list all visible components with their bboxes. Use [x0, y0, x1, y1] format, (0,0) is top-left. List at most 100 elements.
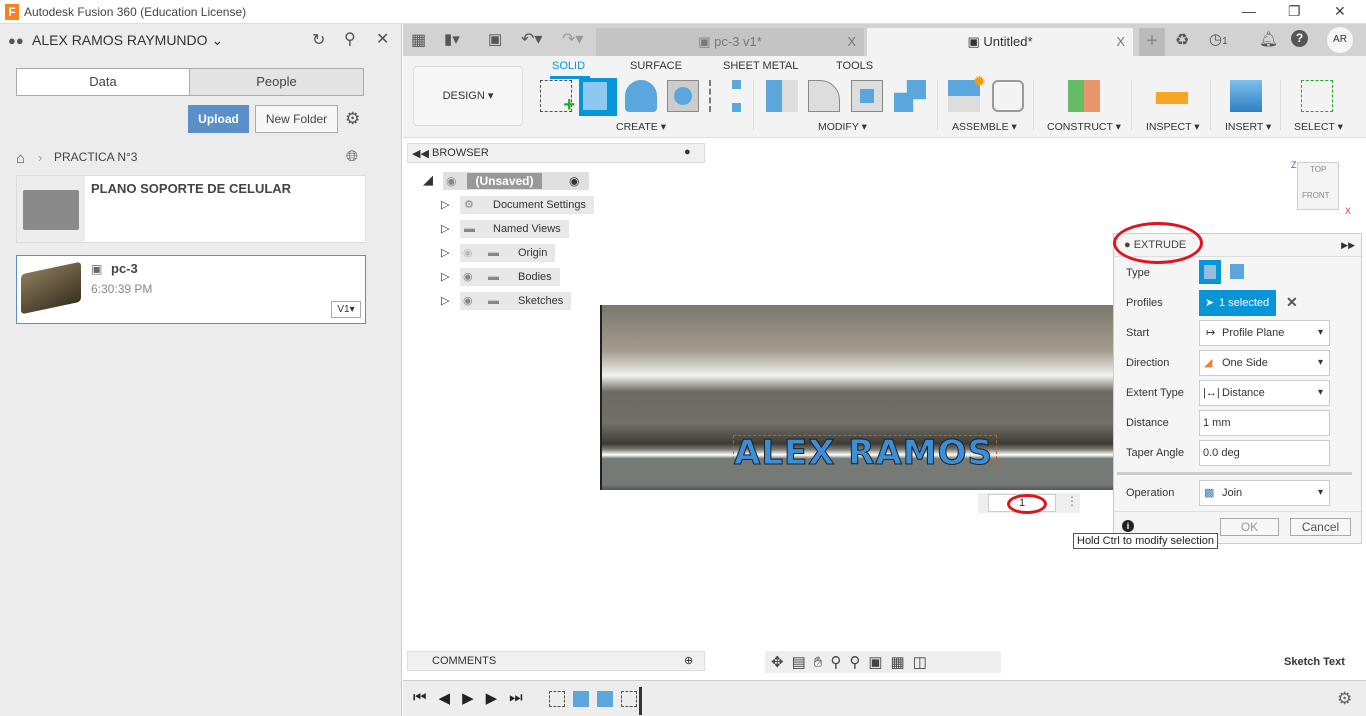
close-window-button[interactable]: ✕ [1334, 3, 1346, 20]
comments-panel-header[interactable]: COMMENTS ⊕ [407, 651, 705, 671]
tab-sheet-metal[interactable]: SHEET METAL [723, 60, 798, 72]
orbit-icon[interactable]: ✥ [771, 653, 784, 671]
expand-icon[interactable]: ▶▶ [1341, 240, 1355, 251]
grid-menu-icon[interactable]: ▦ [411, 30, 426, 50]
eye-icon[interactable]: ◉ [463, 244, 473, 262]
tab-tools[interactable]: TOOLS [836, 60, 873, 72]
tree-root[interactable]: ◉ (Unsaved) ◉ [443, 172, 589, 190]
viewports-icon[interactable]: ◫ [913, 653, 927, 671]
tab-people[interactable]: People [189, 68, 364, 96]
tree-node[interactable]: ⚙ Document Settings [460, 196, 594, 214]
look-at-icon[interactable]: ▤ [792, 653, 806, 671]
globe-icon[interactable]: 🌐︎ [346, 148, 358, 165]
help-icon[interactable]: ? [1291, 30, 1308, 47]
profiles-selection-button[interactable]: ➤ 1 selected [1199, 290, 1276, 316]
refresh-icon[interactable]: ↻ [312, 30, 325, 50]
version-dropdown[interactable]: V1▾ [331, 301, 361, 318]
folder-item[interactable]: PLANO SOPORTE DE CELULAR [16, 175, 366, 243]
viewcube-front[interactable]: FRONT [1302, 191, 1330, 200]
eye-icon[interactable]: ◉ [463, 268, 473, 286]
maximize-button[interactable]: ❐ [1288, 3, 1301, 20]
close-panel-icon[interactable]: ✕ [376, 29, 389, 49]
eye-icon[interactable]: ◉ [463, 292, 473, 310]
type-solid-button[interactable] [1199, 260, 1221, 284]
start-dropdown[interactable]: ↦ Profile Plane [1199, 320, 1330, 346]
construct-plane-icon[interactable] [1068, 80, 1100, 112]
notifications-icon[interactable]: 🔔︎ [1259, 30, 1278, 48]
shell-icon[interactable] [851, 80, 883, 112]
timeline-sketch-icon[interactable] [549, 691, 565, 707]
activate-radio[interactable]: ◉ [569, 172, 579, 190]
undo-icon[interactable]: ↶▾ [521, 29, 542, 49]
browser-panel-header[interactable]: ◀◀ BROWSER ● [407, 143, 705, 163]
user-name-dropdown[interactable]: ALEX RAMOS RAYMUNDO ⌄ [32, 32, 223, 49]
hole-icon[interactable] [667, 80, 699, 112]
taper-angle-input[interactable]: 0.0 deg [1199, 440, 1330, 466]
gear-icon[interactable]: ⚙ [345, 109, 360, 129]
design-item[interactable]: ▣ pc-3 6:30:39 PM V1▾ [16, 255, 366, 324]
more-options-icon[interactable]: ⋮ [1066, 494, 1078, 508]
timeline-sketch-icon[interactable] [621, 691, 637, 707]
home-icon[interactable]: ⌂ [16, 150, 25, 167]
tab-solid[interactable]: SOLID [552, 60, 585, 72]
pattern-icon[interactable] [709, 80, 741, 112]
tree-expand-icon[interactable]: ▷ [441, 222, 449, 235]
tree-node[interactable]: ◉ ▬ Sketches [460, 292, 572, 310]
press-pull-icon[interactable] [766, 80, 798, 112]
minus-icon[interactable]: ● [684, 146, 691, 158]
new-component-icon[interactable]: ✹ [948, 74, 986, 112]
construct-menu[interactable]: CONSTRUCT ▾ [1047, 121, 1121, 133]
sketch-text[interactable]: ALEX RAMOS [733, 435, 997, 471]
create-sketch-icon[interactable]: + [540, 80, 575, 116]
tree-expand-icon[interactable]: ▷ [441, 270, 449, 283]
grid-settings-icon[interactable]: ▦ [891, 653, 905, 671]
select-menu[interactable]: SELECT ▾ [1294, 121, 1343, 133]
direction-dropdown[interactable]: ◢ One Side [1199, 350, 1330, 376]
type-thin-button[interactable] [1230, 264, 1244, 279]
assemble-menu[interactable]: ASSEMBLE ▾ [952, 121, 1017, 133]
file-icon[interactable]: ▮▾ [444, 30, 460, 48]
redo-icon[interactable]: ↷▾ [562, 29, 583, 49]
new-folder-button[interactable]: New Folder [255, 105, 338, 133]
extrude-icon[interactable] [579, 78, 617, 116]
last-icon[interactable]: ⏭︎ [509, 689, 523, 707]
tree-node[interactable]: ◉ ▬ Origin [460, 244, 556, 262]
doc-tab-untitled[interactable]: ▣ Untitled* X [867, 28, 1133, 56]
fit-icon[interactable]: ⚲ [849, 653, 860, 671]
job-status-icon[interactable]: ◷1 [1209, 30, 1228, 48]
cancel-button[interactable]: Cancel [1290, 518, 1351, 536]
info-icon[interactable]: i [1122, 520, 1134, 532]
insert-image-icon[interactable] [1230, 80, 1262, 112]
new-tab-button[interactable]: + [1139, 28, 1165, 56]
create-menu[interactable]: CREATE ▾ [616, 121, 666, 133]
doc-tab-pc-3[interactable]: ▣ pc-3 v1* X [596, 28, 864, 56]
joint-icon[interactable] [992, 80, 1024, 112]
tree-expand-icon[interactable]: ▷ [441, 246, 449, 259]
operation-dropdown[interactable]: ▩ Join [1199, 480, 1330, 506]
select-icon[interactable] [1301, 80, 1333, 112]
zoom-icon[interactable]: ⚲ [830, 653, 841, 671]
close-tab-icon[interactable]: X [847, 28, 856, 56]
distance-input[interactable]: 1 mm [1199, 410, 1330, 436]
eye-icon[interactable]: ◉ [446, 172, 456, 190]
display-settings-icon[interactable]: ▣ [868, 653, 882, 671]
upload-button[interactable]: Upload [188, 105, 249, 133]
collapse-icon[interactable]: ◀◀ [412, 147, 429, 160]
tab-data[interactable]: Data [16, 68, 190, 96]
minimize-button[interactable]: — [1242, 3, 1256, 19]
tree-expand-icon[interactable]: ▷ [441, 294, 449, 307]
measure-icon[interactable] [1156, 92, 1188, 104]
timeline-extrude-icon[interactable] [597, 691, 613, 707]
close-tab-icon[interactable]: X [1116, 28, 1125, 56]
search-icon[interactable]: ⚲ [344, 29, 356, 49]
revolve-icon[interactable] [625, 80, 657, 112]
next-icon[interactable]: ▶ [486, 689, 498, 707]
timeline-extrude-icon[interactable] [573, 691, 589, 707]
avatar[interactable]: AR [1327, 27, 1353, 53]
inspect-menu[interactable]: INSPECT ▾ [1146, 121, 1200, 133]
timeline-settings-icon[interactable]: ⚙ [1337, 689, 1352, 709]
extensions-icon[interactable]: ♻ [1175, 30, 1189, 50]
tree-expand-icon[interactable]: ▷ [441, 198, 449, 211]
save-icon[interactable]: ▣ [488, 30, 502, 48]
tree-expand-icon[interactable]: ◢ [423, 172, 433, 188]
